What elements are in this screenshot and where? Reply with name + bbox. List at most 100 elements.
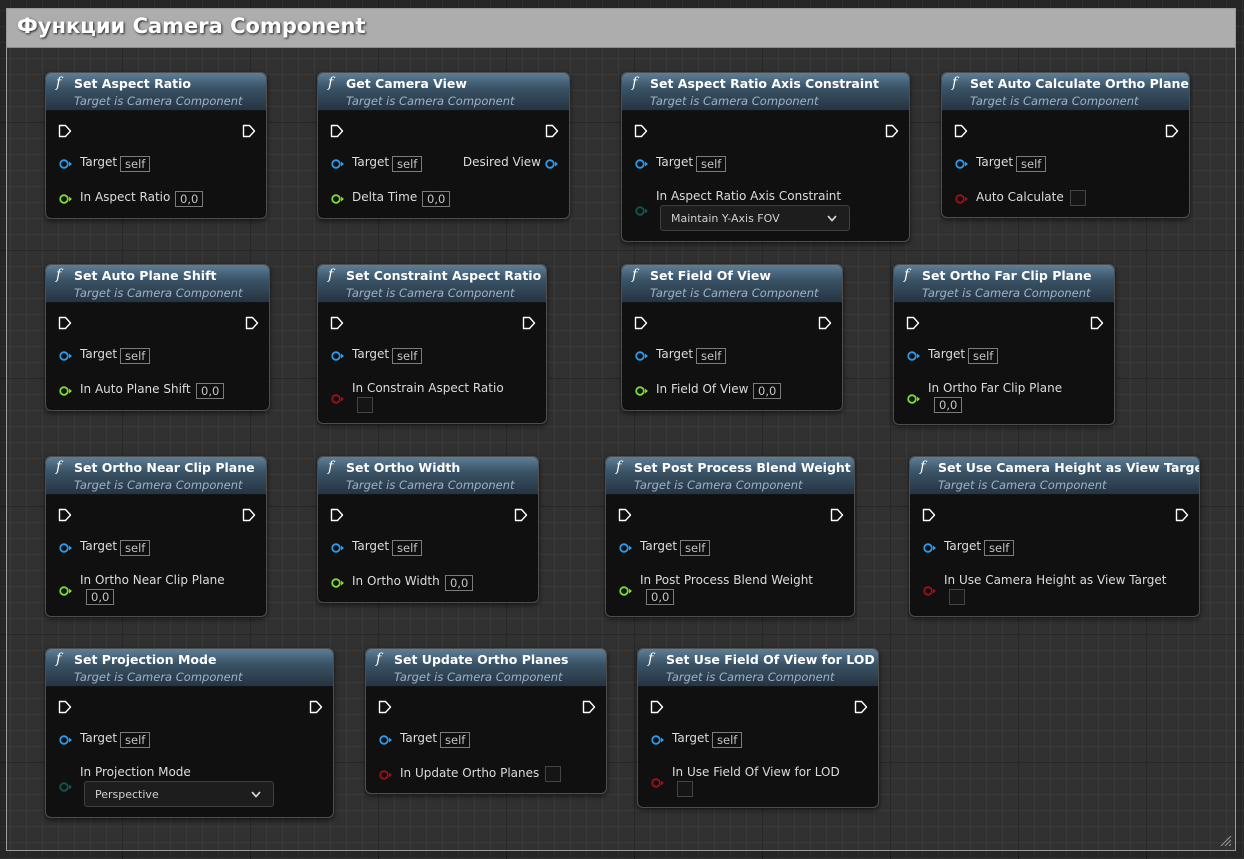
param-value-field[interactable]: 0,0: [753, 383, 782, 399]
node-header[interactable]: f Set Aspect Ratio Target is Camera Compon…: [46, 73, 266, 111]
param-checkbox[interactable]: [357, 397, 373, 413]
exec-in-pin-icon[interactable]: [330, 508, 344, 522]
target-pin-icon[interactable]: [955, 159, 969, 169]
exec-out-pin-icon[interactable]: [545, 124, 559, 138]
exec-out-pin-icon[interactable]: [818, 316, 832, 330]
exec-out-pin-icon[interactable]: [582, 700, 596, 714]
exec-out-pin-icon[interactable]: [1090, 316, 1104, 330]
node-set-ortho-near-clip-plane[interactable]: f Set Ortho Near Clip Plane Target is Came…: [45, 456, 267, 617]
node-header[interactable]: f Set Ortho Near Clip Plane Target is Came…: [46, 457, 266, 495]
resize-grip-icon[interactable]: [1219, 834, 1231, 846]
exec-out-pin-icon[interactable]: [242, 124, 256, 138]
target-self-field[interactable]: self: [392, 540, 423, 556]
exec-out-pin-icon[interactable]: [1175, 508, 1189, 522]
exec-in-pin-icon[interactable]: [378, 700, 392, 714]
node-header[interactable]: f Set Post Process Blend Weight Target is …: [606, 457, 854, 495]
node-header[interactable]: f Set Field Of View Target is Camera Compo…: [622, 265, 842, 303]
exec-in-pin-icon[interactable]: [634, 316, 648, 330]
param-dropdown[interactable]: Perspective: [84, 781, 274, 807]
node-header[interactable]: f Set Auto Plane Shift Target is Camera Co…: [46, 265, 269, 303]
node-set-post-process-blend-weight[interactable]: f Set Post Process Blend Weight Target is …: [605, 456, 855, 617]
exec-out-pin-icon[interactable]: [522, 316, 536, 330]
node-header[interactable]: f Set Use Camera Height as View Target Tar…: [910, 457, 1199, 495]
target-pin-icon[interactable]: [907, 351, 921, 361]
node-header[interactable]: f Set Auto Calculate Ortho Planes Target i…: [942, 73, 1189, 111]
param-checkbox[interactable]: [949, 589, 965, 605]
exec-out-pin-icon[interactable]: [309, 700, 323, 714]
node-header[interactable]: f Set Aspect Ratio Axis Constraint Target …: [622, 73, 909, 111]
graph-canvas[interactable]: Функции Camera Component f Set Aspect Rat…: [0, 0, 1244, 859]
bool-pin-icon[interactable]: [955, 194, 969, 204]
float-pin-icon[interactable]: [59, 194, 73, 204]
bool-pin-icon[interactable]: [379, 770, 393, 780]
target-pin-icon[interactable]: [331, 543, 345, 553]
exec-out-pin-icon[interactable]: [830, 508, 844, 522]
exec-out-pin-icon[interactable]: [854, 700, 868, 714]
node-header[interactable]: f Set Use Field Of View for LOD Target is …: [638, 649, 878, 687]
float-pin-icon[interactable]: [331, 194, 345, 204]
param-value-field[interactable]: 0,0: [196, 383, 225, 399]
node-set-aspect-ratio[interactable]: f Set Aspect Ratio Target is Camera Compon…: [45, 72, 267, 219]
param-value-field[interactable]: 0,0: [934, 397, 963, 413]
enum-pin-icon[interactable]: [59, 782, 73, 792]
float-pin-icon[interactable]: [59, 386, 73, 396]
node-header[interactable]: f Set Ortho Far Clip Plane Target is Camer…: [894, 265, 1114, 303]
target-self-field[interactable]: self: [120, 540, 151, 556]
comment-title-bar[interactable]: Функции Camera Component: [7, 9, 1235, 48]
target-self-field[interactable]: self: [712, 732, 743, 748]
target-pin-icon[interactable]: [651, 735, 665, 745]
target-pin-icon[interactable]: [923, 543, 937, 553]
node-set-use-field-of-view-for-lod[interactable]: f Set Use Field Of View for LOD Target is …: [637, 648, 879, 808]
target-self-field[interactable]: self: [392, 348, 423, 364]
param-value-field[interactable]: 0,0: [175, 191, 204, 207]
node-get-camera-view[interactable]: f Get Camera View Target is Camera Compone…: [317, 72, 570, 219]
exec-in-pin-icon[interactable]: [618, 508, 632, 522]
node-set-ortho-far-clip-plane[interactable]: f Set Ortho Far Clip Plane Target is Camer…: [893, 264, 1115, 425]
bool-pin-icon[interactable]: [651, 778, 665, 788]
float-pin-icon[interactable]: [59, 586, 73, 596]
exec-in-pin-icon[interactable]: [906, 316, 920, 330]
param-value-field[interactable]: 0,0: [422, 191, 451, 207]
target-pin-icon[interactable]: [635, 351, 649, 361]
exec-out-pin-icon[interactable]: [514, 508, 528, 522]
param-checkbox[interactable]: [1070, 190, 1086, 206]
node-set-ortho-width[interactable]: f Set Ortho Width Target is Camera Compone…: [317, 456, 539, 603]
bool-pin-icon[interactable]: [923, 586, 937, 596]
float-pin-icon[interactable]: [331, 578, 345, 588]
exec-in-pin-icon[interactable]: [58, 124, 72, 138]
node-header[interactable]: f Set Ortho Width Target is Camera Compone…: [318, 457, 538, 495]
target-pin-icon[interactable]: [59, 735, 73, 745]
target-self-field[interactable]: self: [120, 348, 151, 364]
enum-pin-icon[interactable]: [635, 206, 649, 216]
float-pin-icon[interactable]: [635, 386, 649, 396]
target-pin-icon[interactable]: [331, 351, 345, 361]
target-self-field[interactable]: self: [440, 732, 471, 748]
target-pin-icon[interactable]: [635, 159, 649, 169]
exec-out-pin-icon[interactable]: [1165, 124, 1179, 138]
target-self-field[interactable]: self: [696, 156, 727, 172]
bool-pin-icon[interactable]: [331, 394, 345, 404]
target-pin-icon[interactable]: [59, 159, 73, 169]
target-pin-icon[interactable]: [331, 159, 345, 169]
param-checkbox[interactable]: [677, 781, 693, 797]
node-header[interactable]: f Set Constraint Aspect Ratio Target is Ca…: [318, 265, 546, 303]
node-set-constraint-aspect-ratio[interactable]: f Set Constraint Aspect Ratio Target is Ca…: [317, 264, 547, 424]
target-self-field[interactable]: self: [392, 156, 423, 172]
float-pin-icon[interactable]: [907, 394, 921, 404]
exec-in-pin-icon[interactable]: [58, 316, 72, 330]
exec-out-pin-icon[interactable]: [245, 316, 259, 330]
desired-view-pin-icon[interactable]: [545, 159, 559, 169]
exec-in-pin-icon[interactable]: [330, 316, 344, 330]
target-self-field[interactable]: self: [120, 732, 151, 748]
exec-in-pin-icon[interactable]: [58, 700, 72, 714]
target-self-field[interactable]: self: [968, 348, 999, 364]
exec-in-pin-icon[interactable]: [954, 124, 968, 138]
exec-in-pin-icon[interactable]: [650, 700, 664, 714]
node-header[interactable]: f Get Camera View Target is Camera Compone…: [318, 73, 569, 111]
target-pin-icon[interactable]: [619, 543, 633, 553]
target-self-field[interactable]: self: [984, 540, 1015, 556]
target-self-field[interactable]: self: [120, 156, 151, 172]
target-pin-icon[interactable]: [59, 543, 73, 553]
node-set-update-ortho-planes[interactable]: f Set Update Ortho Planes Target is Camera…: [365, 648, 607, 794]
exec-in-pin-icon[interactable]: [58, 508, 72, 522]
